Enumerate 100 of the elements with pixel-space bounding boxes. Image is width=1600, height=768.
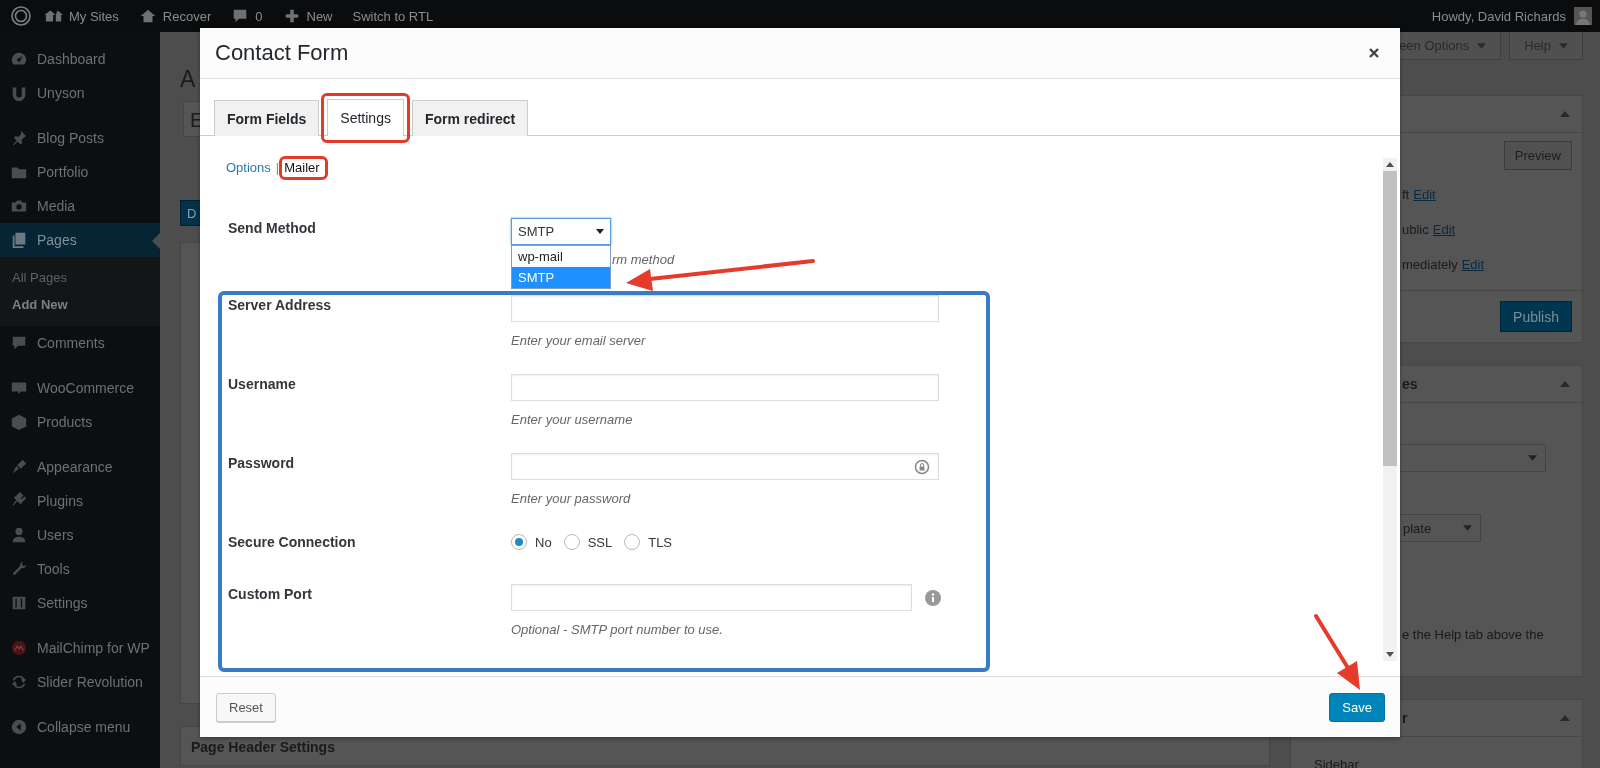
- subnav-link[interactable]: Mailer: [284, 159, 320, 175]
- greeting-text[interactable]: Howdy, David Richards: [1431, 8, 1566, 24]
- menu-label: Comments: [37, 335, 105, 351]
- field-label: Server Address: [228, 296, 332, 315]
- submenu-item[interactable]: All Pages: [0, 264, 160, 291]
- dropdown-option[interactable]: SMTP: [512, 267, 610, 288]
- avatar-icon[interactable]: [1574, 7, 1592, 25]
- dropdown-option[interactable]: wp-mail: [512, 246, 610, 267]
- radio-button[interactable]: [624, 534, 641, 550]
- admin-bar-link[interactable]: Switch to RTL: [352, 8, 434, 24]
- menu-label: WooCommerce: [37, 380, 134, 396]
- lock-icon[interactable]: [914, 458, 930, 475]
- menu-label: MailChimp for WP: [37, 640, 150, 656]
- text-field[interactable]: [511, 584, 912, 611]
- help-text: Enter your email server: [511, 332, 647, 350]
- pages-icon: [10, 231, 28, 249]
- menu-item[interactable]: Portfolio: [0, 155, 160, 189]
- menu-item[interactable]: Users: [0, 518, 160, 552]
- menu-item[interactable]: Unyson: [0, 76, 160, 110]
- scrollbar-thumb[interactable]: [1383, 171, 1397, 466]
- menu-item[interactable]: Blog Posts: [0, 121, 160, 155]
- caret-icon: [1386, 652, 1394, 657]
- caret-icon: [1560, 381, 1570, 387]
- menu-pointer: [152, 233, 160, 249]
- status-text: ublic: [1402, 222, 1429, 237]
- tab[interactable]: Settings: [327, 99, 404, 136]
- menu-item[interactable]: Pages: [0, 223, 160, 257]
- field-label: Custom Port: [228, 585, 313, 604]
- field-label: Username: [228, 375, 297, 394]
- caret-icon: [1463, 525, 1472, 531]
- text-field[interactable]: [511, 374, 939, 401]
- menu-item[interactable]: Comments: [0, 326, 160, 360]
- radio-label: TLS: [648, 534, 673, 550]
- save-button[interactable]: Save: [1329, 692, 1385, 722]
- select-value: plate: [1403, 520, 1432, 536]
- help-text: Enter your password: [511, 490, 632, 508]
- menu-label: Tools: [37, 561, 70, 577]
- help-text: e the Help tab above the: [1402, 627, 1545, 642]
- admin-bar-link[interactable]: Recover: [138, 7, 212, 25]
- caret-icon: [1477, 42, 1487, 49]
- menu-label: Collapse menu: [37, 719, 131, 735]
- admin-bar-link[interactable]: 0: [231, 7, 263, 25]
- menu-item[interactable]: Tools: [0, 552, 160, 586]
- menu-item[interactable]: Products: [0, 405, 160, 439]
- radio-option[interactable]: SSL: [563, 534, 613, 550]
- info-icon[interactable]: [925, 589, 941, 606]
- menu-item[interactable]: Slider Revolution: [0, 665, 160, 699]
- field-label: Secure Connection: [228, 533, 357, 552]
- admin-bar-link[interactable]: My Sites: [45, 7, 119, 25]
- caret-icon: [596, 229, 604, 234]
- sliders-icon: [10, 594, 28, 612]
- refresh-icon: [10, 673, 28, 691]
- radio-option[interactable]: TLS: [624, 534, 673, 550]
- menu-item[interactable]: Appearance: [0, 450, 160, 484]
- menu-label: Appearance: [37, 459, 113, 475]
- close-icon[interactable]: [1368, 47, 1380, 59]
- menu-item[interactable]: WooCommerce: [0, 371, 160, 405]
- annotation-box: [279, 155, 328, 180]
- logo-icon[interactable]: [11, 6, 31, 26]
- reset-button[interactable]: Reset: [216, 692, 276, 722]
- password-field[interactable]: [511, 453, 939, 480]
- subnav-link[interactable]: Options: [226, 159, 271, 175]
- menu-item[interactable]: Plugins: [0, 484, 160, 518]
- box-title: es: [1402, 376, 1418, 392]
- menu-label: Settings: [37, 595, 88, 611]
- box-title: r: [1402, 710, 1408, 726]
- menu-item[interactable]: Dashboard: [0, 42, 160, 76]
- field-label: Password: [228, 454, 296, 473]
- caret-icon: [1528, 455, 1537, 461]
- menu-item[interactable]: MailChimp for WP: [0, 631, 160, 665]
- admin-bar-link[interactable]: New: [282, 7, 333, 25]
- tab[interactable]: Form redirect: [411, 100, 529, 136]
- help-text: rm method: [612, 251, 675, 269]
- menu-item[interactable]: Settings: [0, 586, 160, 620]
- send-method-select[interactable]: SMTP: [511, 218, 611, 245]
- help-text: Enter your username: [511, 411, 634, 429]
- text-field[interactable]: [511, 295, 939, 322]
- menu-label: Pages: [37, 232, 77, 248]
- menu-label: Dashboard: [37, 51, 106, 67]
- brush-icon: [10, 458, 28, 476]
- submenu-item[interactable]: Add New: [0, 291, 160, 318]
- radio-label: No: [535, 534, 552, 550]
- status-text: ft: [1402, 187, 1410, 202]
- radio-option[interactable]: No: [511, 534, 552, 550]
- tab[interactable]: Form Fields: [214, 100, 320, 136]
- collapse-menu-link[interactable]: Collapse menu: [0, 710, 160, 744]
- caret-icon: [1559, 42, 1568, 49]
- circle-logo-icon: [10, 639, 28, 657]
- radio-button[interactable]: [563, 534, 580, 550]
- radio-button[interactable]: [511, 534, 527, 550]
- menu-label: Slider Revolution: [37, 674, 143, 690]
- menu-label: Unyson: [37, 85, 85, 101]
- publish-button[interactable]: Publish: [1500, 301, 1572, 332]
- menu-label: Plugins: [37, 493, 83, 509]
- radio-label: SSL: [587, 534, 613, 550]
- menu-item[interactable]: Media: [0, 189, 160, 223]
- menu-label: Products: [37, 414, 93, 430]
- menu-label: Blog Posts: [37, 130, 104, 146]
- scrollbar[interactable]: [1383, 158, 1397, 661]
- wrench-icon: [10, 560, 28, 578]
